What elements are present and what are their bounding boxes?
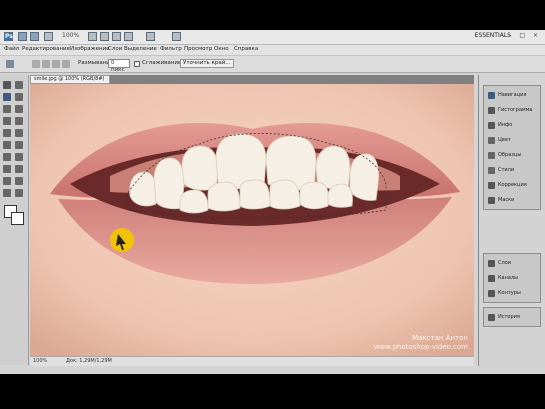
gradient-tool-icon[interactable] [15,141,23,149]
background-color-swatch[interactable] [11,212,24,225]
quick-selection-icon[interactable] [15,93,23,101]
paths-icon [488,290,495,297]
tools-panel [0,75,29,365]
menu-filter[interactable]: Фильтр [160,46,182,52]
dodge-tool-icon[interactable] [3,153,11,161]
panel-histogram[interactable]: Гистограмма [484,103,542,118]
shape-tool-icon[interactable] [3,177,11,185]
arrange-documents-icon[interactable] [146,32,155,41]
photoshop-logo: Ps [4,32,13,41]
history-brush-icon[interactable] [15,129,23,137]
view-extras-icon[interactable] [44,32,53,41]
watermark-author: Макстан Антон [412,334,468,342]
workspace-switcher[interactable]: ESSENTIALS [475,32,511,39]
panel-group-history: История [483,307,541,327]
status-doc-size[interactable]: Док: 1,29М/1,29М [66,358,112,364]
panel-adjustments[interactable]: Коррекция [484,178,542,193]
options-bar: Размывание: 0 пикс Сглаживание Уточнить … [0,56,545,73]
application-bar: Ps 100% ESSENTIALS – □ × [0,30,545,45]
marquee-tool-icon[interactable] [15,81,23,89]
panel-paths[interactable]: Контуры [484,286,542,301]
panel-styles[interactable]: Стили [484,163,542,178]
navigator-icon [488,92,495,99]
status-zoom[interactable]: 100% [33,358,47,364]
document-tab[interactable]: smile.jpg @ 100% (RGB/8#) [30,75,110,84]
layers-icon [488,260,495,267]
menu-image[interactable]: Изображение [70,46,110,52]
panel-group-info: Навигация Гистограмма Инфо Цвет Образцы … [483,85,541,210]
refine-edge-button[interactable]: Уточнить край... [180,59,234,68]
antialias-label: Сглаживание [142,60,182,66]
panel-swatches[interactable]: Образцы [484,148,542,163]
lasso-preset-icon[interactable] [6,60,14,68]
status-bar: 100% Док: 1,29М/1,29М [30,356,474,366]
3d-rotate-icon[interactable] [15,177,23,185]
crop-tool-icon[interactable] [3,105,11,113]
menu-window[interactable]: Окно [214,46,229,52]
menu-layers[interactable]: Слои [108,46,122,52]
watermark-site: www.photoshop-video.com [373,343,468,351]
menu-edit[interactable]: Редактирование [22,46,70,52]
panel-info[interactable]: Инфо [484,118,542,133]
channels-icon [488,275,495,282]
menu-select[interactable]: Выделение [124,46,157,52]
zoom-level[interactable]: 100% [62,32,79,39]
add-to-selection-icon[interactable] [42,60,50,68]
grid-icon[interactable] [124,32,133,41]
info-icon [488,122,495,129]
document-window: smile.jpg @ 100% (RGB/8#) Макстан Антон … [30,75,474,366]
rotate-view-icon[interactable] [112,32,121,41]
photo-canvas[interactable] [30,84,474,357]
photoshop-window: Ps 100% ESSENTIALS – □ × Файл Редактиров… [0,30,545,374]
healing-brush-icon[interactable] [3,117,11,125]
panel-layers[interactable]: Слои [484,256,542,271]
color-icon [488,137,495,144]
menu-help[interactable]: Справка [234,46,258,52]
clone-stamp-icon[interactable] [3,129,11,137]
intersect-selection-icon[interactable] [62,60,70,68]
move-tool-icon[interactable] [3,81,11,89]
menu-file[interactable]: Файл [4,46,19,52]
brush-tool-icon[interactable] [15,117,23,125]
type-tool-icon[interactable] [3,165,11,173]
pen-tool-icon[interactable] [15,153,23,161]
video-watermark: Макстан Антон www.photoshop-video.com [374,334,468,352]
panel-history[interactable]: История [484,310,542,325]
histogram-icon [488,107,495,114]
hand-tool-icon[interactable] [3,189,11,197]
window-controls[interactable]: – □ × [508,32,541,39]
feather-input[interactable]: 0 пикс [108,59,130,73]
antialias-checkbox[interactable] [134,61,140,67]
subtract-selection-icon[interactable] [52,60,60,68]
menu-bar: Файл Редактирование Изображение Слои Выд… [0,45,545,56]
adjustments-icon [488,182,495,189]
masks-icon [488,197,495,204]
hand-tool-icon[interactable] [88,32,97,41]
styles-icon [488,167,495,174]
panel-navigator[interactable]: Навигация [484,88,542,103]
panel-channels[interactable]: Каналы [484,271,542,286]
history-icon [488,314,495,321]
eyedropper-icon[interactable] [15,105,23,113]
lasso-tool-icon[interactable] [3,93,11,101]
panel-group-layers: Слои Каналы Контуры [483,253,541,303]
zoom-tool-icon[interactable] [100,32,109,41]
panel-color[interactable]: Цвет [484,133,542,148]
menu-view[interactable]: Просмотр [184,46,212,52]
eraser-tool-icon[interactable] [3,141,11,149]
new-selection-icon[interactable] [32,60,40,68]
panel-dock: Навигация Гистограмма Инфо Цвет Образцы … [478,75,545,366]
panel-masks[interactable]: Маски [484,193,542,208]
screen-mode-icon[interactable] [172,32,181,41]
zoom-tool-icon[interactable] [15,189,23,197]
swatches-icon [488,152,495,159]
mini-bridge-icon[interactable] [30,32,39,41]
bridge-icon[interactable] [18,32,27,41]
path-selection-icon[interactable] [15,165,23,173]
